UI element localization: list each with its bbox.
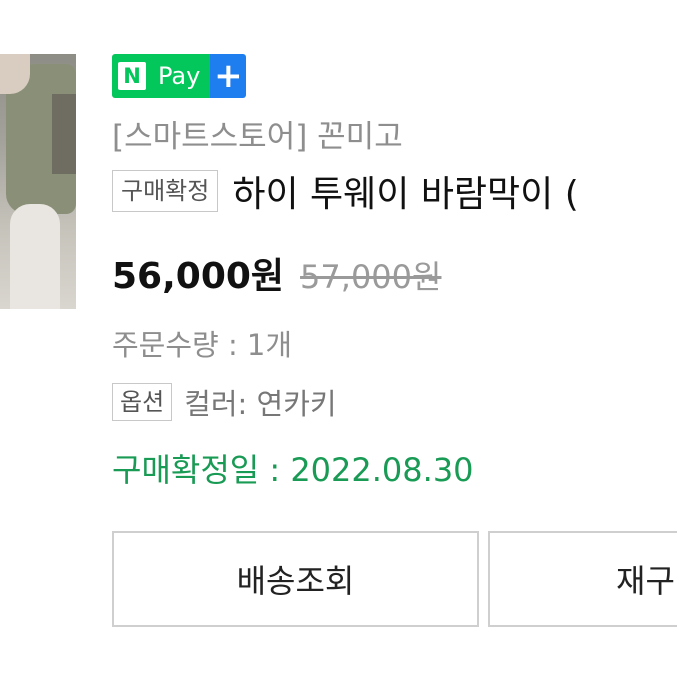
npay-badge-main: N Pay — [112, 54, 211, 98]
naver-n-icon: N — [118, 62, 146, 90]
option-badge: 옵션 — [112, 382, 173, 422]
track-delivery-button[interactable]: 배송조회 — [112, 531, 479, 627]
original-price: 57,000원 — [300, 258, 442, 296]
order-quantity: 주문수량 : 1개 — [112, 328, 293, 362]
status-badge: 구매확정 — [112, 169, 219, 213]
option-row: 옵션 컬러: 연카키 — [112, 381, 337, 423]
repurchase-button[interactable]: 재구 — [488, 531, 677, 627]
store-name[interactable]: [스마트스토어] 꼰미고 — [112, 111, 403, 156]
pay-label: Pay — [158, 62, 201, 90]
plus-icon: + — [210, 54, 247, 98]
thumbnail-background — [52, 94, 76, 174]
title-row: 구매확정 하이 투웨이 바람막이 ( — [112, 165, 579, 217]
price-row: 56,000원 57,000원 — [112, 247, 441, 299]
option-value: 컬러: 연카키 — [184, 387, 337, 421]
purchase-confirm-date: 구매확정일 : 2022.08.30 — [112, 451, 474, 489]
thumbnail-pants — [10, 204, 60, 309]
product-title[interactable]: 하이 투웨이 바람막이 ( — [232, 165, 578, 217]
sale-price: 56,000원 — [112, 256, 285, 297]
product-thumbnail[interactable] — [0, 54, 76, 309]
npay-plus-badge: N Pay + — [112, 54, 247, 98]
